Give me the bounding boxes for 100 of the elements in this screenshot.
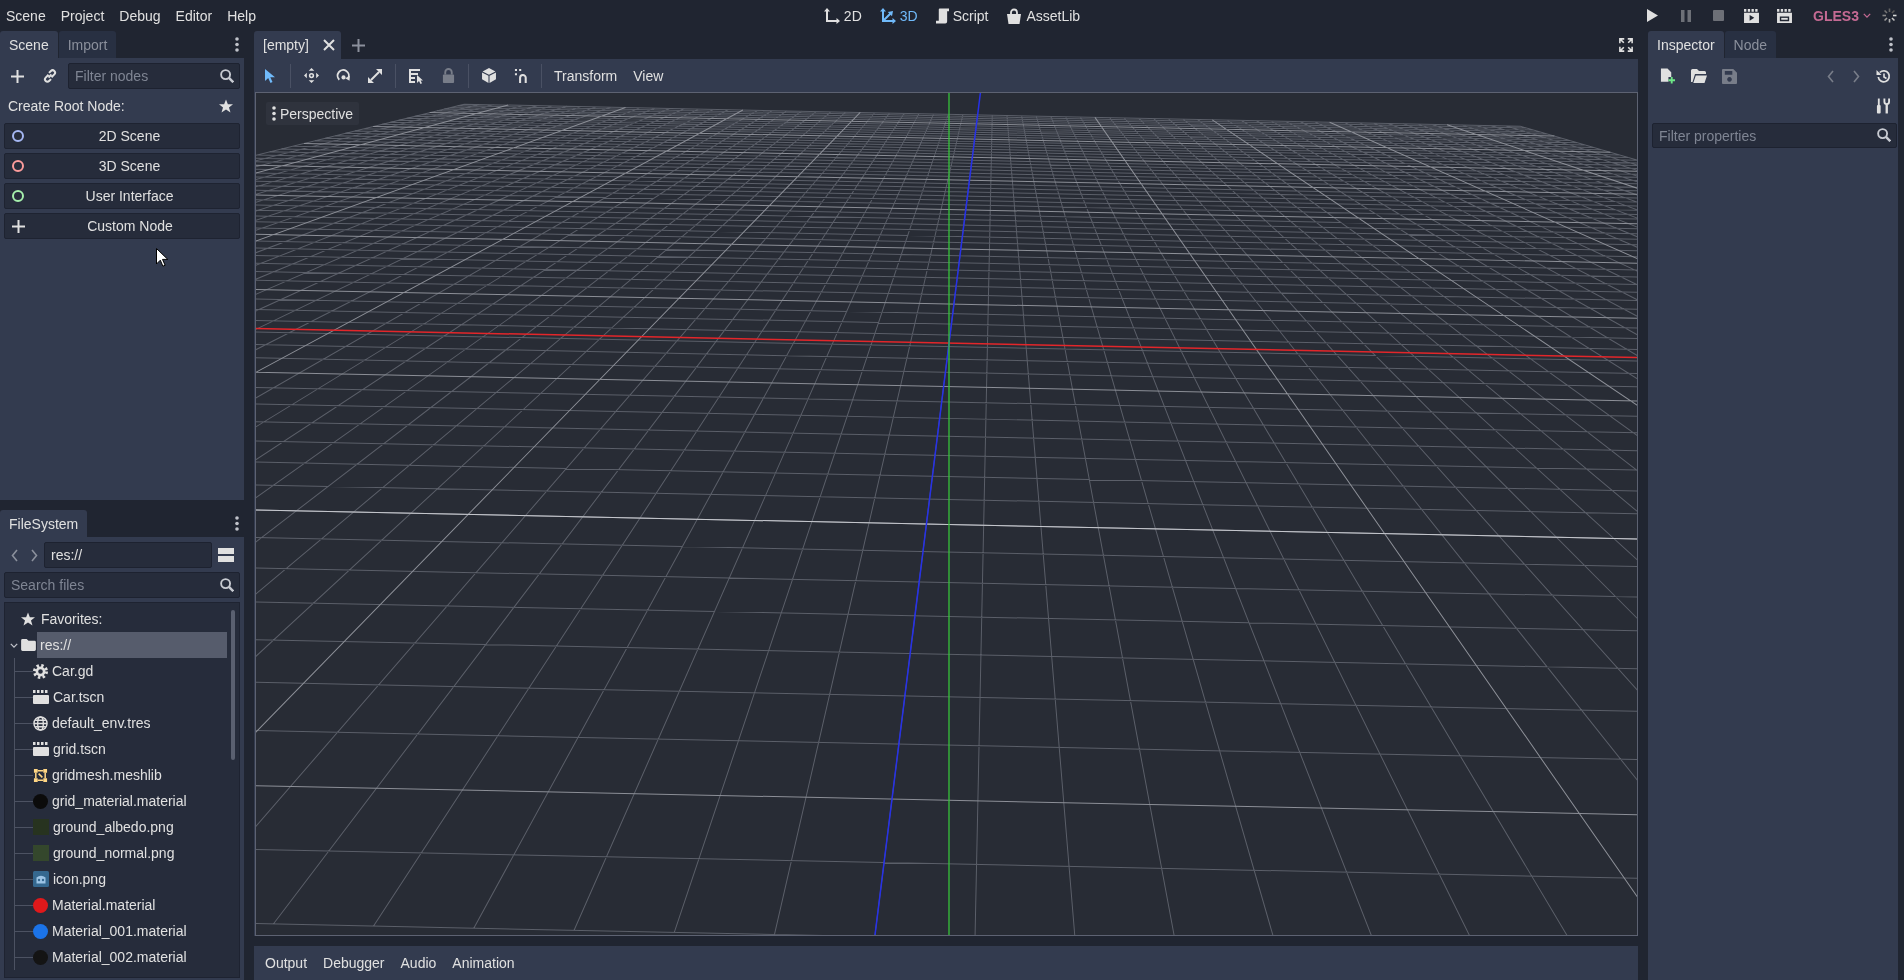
chevron-right-icon: [1852, 69, 1860, 83]
dock-tab[interactable]: Node: [1724, 31, 1777, 58]
root-node-option[interactable]: User Interface: [4, 183, 240, 209]
stop-icon: [1713, 10, 1725, 21]
clapperboard-play-icon: [1744, 8, 1760, 23]
file-tree-item[interactable]: Material.material: [49, 892, 227, 918]
bottom-panel-tab[interactable]: Animation: [444, 949, 523, 977]
grid-nodes-icon: [33, 767, 48, 783]
list-pointer-icon: [408, 67, 424, 84]
gear-icon: [33, 663, 48, 679]
mouse-pointer-icon: [156, 248, 168, 267]
path-field[interactable]: res://: [44, 542, 212, 568]
menu-item[interactable]: Debug: [113, 3, 167, 28]
workspace-tab[interactable]: AssetLib: [998, 2, 1089, 29]
chain-link-icon: [43, 69, 57, 83]
favorites-label[interactable]: Favorites:: [41, 611, 103, 627]
save-icon: [1722, 68, 1737, 84]
favorites-button[interactable]: [218, 99, 234, 113]
document-tab[interactable]: [empty]: [254, 31, 341, 59]
kebab-menu-icon: [235, 37, 239, 52]
search-icon: [220, 69, 234, 83]
file-tree-item[interactable]: ground_albedo.png: [50, 814, 227, 840]
toolbar-menu[interactable]: Transform: [546, 61, 626, 90]
filter-properties-field[interactable]: Filter properties: [1652, 123, 1897, 148]
menu-item[interactable]: Editor: [169, 3, 219, 28]
dock-tab[interactable]: Import: [58, 31, 117, 58]
menu-item[interactable]: Project: [54, 3, 111, 28]
scroll-icon: [935, 7, 949, 24]
globe-icon: [33, 715, 48, 731]
file-tree-item[interactable]: Material_001.material: [49, 918, 227, 944]
caret-down-icon[interactable]: [1863, 13, 1871, 18]
bottom-panel-tab[interactable]: Audio: [392, 949, 445, 977]
folder-icon: [21, 639, 36, 651]
fullscreen-icon: [1619, 38, 1633, 52]
file-tree-item[interactable]: ground_normal.png: [50, 840, 227, 866]
file-tree-item[interactable]: Car.gd: [49, 658, 227, 684]
chevron-right-icon: [30, 548, 38, 562]
bottom-panel-tab[interactable]: Debugger: [315, 949, 393, 977]
chevron-left-icon: [10, 548, 18, 562]
menu-item[interactable]: Help: [221, 3, 262, 28]
shopping-bag-icon: [1006, 7, 1023, 24]
root-node-option[interactable]: Custom Node: [4, 213, 240, 239]
filter-nodes-field[interactable]: Filter nodes: [68, 63, 240, 89]
create-root-node-label: Create Root Node:: [8, 98, 126, 114]
file-tree-item[interactable]: icon.png: [50, 866, 227, 892]
file-tree-item[interactable]: gridmesh.meshlib: [49, 762, 227, 788]
file-tree-item[interactable]: res://: [37, 632, 227, 658]
chevron-left-icon: [1826, 69, 1834, 83]
kebab-menu-icon: [235, 516, 239, 531]
star-icon: [219, 99, 233, 113]
history-icon: [1875, 68, 1891, 84]
rotate-icon: [335, 68, 351, 83]
workspace-tab[interactable]: 2D: [815, 2, 870, 29]
tools-icon: [1876, 98, 1890, 114]
search-icon: [220, 578, 234, 592]
close-icon: [322, 39, 335, 51]
file-tree-item[interactable]: grid.tscn: [50, 736, 227, 762]
clapperboard-icon: [33, 690, 49, 704]
file-tree-item[interactable]: default_env.tres: [49, 710, 227, 736]
file-tree-item[interactable]: Material_002.material: [49, 944, 227, 970]
workspace-tab[interactable]: 3D: [871, 2, 926, 29]
axes-3d-icon: [879, 7, 896, 24]
renderer-dropdown[interactable]: GLES3: [1801, 2, 1877, 29]
file-tree-item[interactable]: Car.tscn: [50, 684, 227, 710]
play-icon: [1647, 9, 1659, 22]
kebab-menu-icon: [272, 106, 276, 121]
pause-icon: [1680, 9, 1691, 22]
menu-item[interactable]: Scene: [0, 3, 52, 28]
open-folder-icon: [1690, 69, 1707, 83]
root-node-option[interactable]: 3D Scene: [4, 153, 240, 179]
dock-tab[interactable]: Scene: [0, 31, 58, 58]
new-file-icon: [1660, 68, 1675, 84]
workspace-tab[interactable]: Script: [927, 2, 997, 29]
kebab-menu-icon: [1889, 37, 1893, 52]
plus-icon: [10, 69, 24, 83]
search-files-field[interactable]: Search files: [4, 572, 240, 598]
robot-thumbnail-icon: [33, 871, 49, 887]
move-arrows-icon: [303, 68, 319, 83]
file-tree-item[interactable]: grid_material.material: [49, 788, 227, 814]
cube-icon: [482, 68, 496, 83]
root-node-option[interactable]: 2D Scene: [4, 123, 240, 149]
view-menu-button[interactable]: Perspective: [266, 102, 360, 125]
axes-icon: [823, 7, 840, 24]
plus-icon: [352, 38, 366, 52]
pointer-arrow-icon: [264, 68, 276, 83]
scale-arrows-icon: [368, 68, 382, 83]
magnet-icon: [513, 68, 529, 83]
star-icon: [21, 612, 35, 626]
dock-tab[interactable]: FileSystem: [0, 510, 88, 537]
toolbar-menu[interactable]: View: [625, 61, 672, 90]
clapperboard-icon: [33, 742, 49, 756]
search-icon: [1877, 128, 1891, 142]
plus-icon: [12, 219, 25, 233]
clapperboard-icon: [1777, 8, 1793, 23]
stacked-bars-icon: [218, 548, 234, 562]
scrollbar[interactable]: [231, 610, 235, 760]
caret-down-icon[interactable]: [10, 642, 18, 648]
bottom-panel-tab[interactable]: Output: [257, 949, 316, 977]
dock-tab[interactable]: Inspector: [1648, 31, 1724, 58]
lock-icon: [441, 68, 455, 83]
